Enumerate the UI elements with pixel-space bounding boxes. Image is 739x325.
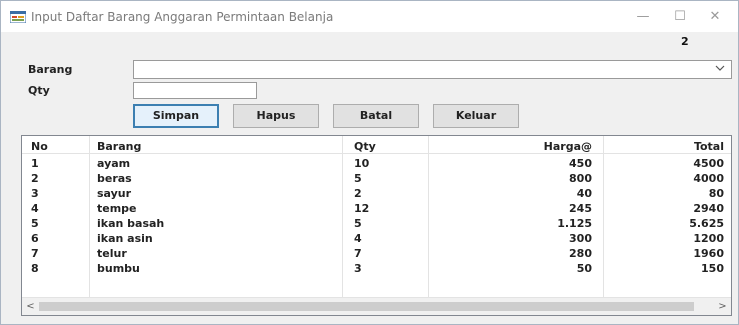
- barang-combobox[interactable]: [133, 60, 732, 79]
- table-row[interactable]: 1 ayam 10 450 4500: [22, 157, 731, 170]
- cell-no: 2: [31, 172, 39, 185]
- cell-total: 1200: [693, 232, 724, 245]
- simpan-button[interactable]: Simpan: [133, 104, 219, 128]
- cell-harga: 280: [569, 247, 592, 260]
- cell-total: 4000: [693, 172, 724, 185]
- table-row[interactable]: 2 beras 5 800 4000: [22, 172, 731, 185]
- table-row[interactable]: 8 bumbu 3 50 150: [22, 262, 731, 275]
- form-icon: [9, 10, 27, 24]
- cell-total: 150: [701, 262, 724, 275]
- cell-barang: ikan basah: [97, 217, 165, 230]
- cell-qty: 5: [354, 172, 362, 185]
- table-row[interactable]: 7 telur 7 280 1960: [22, 247, 731, 260]
- cell-total: 1960: [693, 247, 724, 260]
- cell-qty: 10: [354, 157, 370, 170]
- cell-harga: 40: [576, 187, 592, 200]
- column-header-total[interactable]: Total: [622, 140, 724, 153]
- cell-qty: 3: [354, 262, 362, 275]
- cell-qty: 7: [354, 247, 362, 260]
- chevron-down-icon[interactable]: [715, 61, 725, 78]
- batal-button[interactable]: Batal: [333, 104, 419, 128]
- hapus-button[interactable]: Hapus: [233, 104, 319, 128]
- cell-total: 4500: [693, 157, 724, 170]
- cell-harga: 1.125: [557, 217, 592, 230]
- cell-barang: ayam: [97, 157, 131, 170]
- cell-qty: 2: [354, 187, 362, 200]
- cell-qty: 12: [354, 202, 370, 215]
- cell-harga: 800: [569, 172, 592, 185]
- minimize-button[interactable]: —: [631, 7, 655, 27]
- scroll-right-icon[interactable]: >: [714, 298, 731, 315]
- title-bar: Input Daftar Barang Anggaran Permintaan …: [1, 1, 738, 32]
- cell-barang: tempe: [97, 202, 137, 215]
- cell-barang: ikan asin: [97, 232, 153, 245]
- cell-no: 6: [31, 232, 39, 245]
- column-header-barang[interactable]: Barang: [97, 140, 141, 153]
- cell-no: 1: [31, 157, 39, 170]
- maximize-button[interactable]: ☐: [668, 7, 692, 27]
- scroll-left-icon[interactable]: <: [22, 298, 39, 315]
- scrollbar-thumb[interactable]: [39, 302, 694, 311]
- table-header: No Barang Qty Harga@ Total: [22, 140, 731, 153]
- cell-no: 3: [31, 187, 39, 200]
- cell-harga: 300: [569, 232, 592, 245]
- cell-no: 4: [31, 202, 39, 215]
- column-header-no[interactable]: No: [31, 140, 48, 153]
- window-title: Input Daftar Barang Anggaran Permintaan …: [31, 10, 334, 24]
- cell-total: 2940: [693, 202, 724, 215]
- column-header-harga[interactable]: Harga@: [492, 140, 592, 153]
- cell-qty: 4: [354, 232, 362, 245]
- barang-label: Barang: [28, 63, 73, 76]
- qty-label: Qty: [28, 84, 50, 97]
- keluar-button[interactable]: Keluar: [433, 104, 519, 128]
- app-window: Input Daftar Barang Anggaran Permintaan …: [0, 0, 739, 325]
- horizontal-scrollbar[interactable]: < >: [22, 297, 731, 315]
- cell-barang: beras: [97, 172, 132, 185]
- record-counter: 2: [681, 35, 689, 48]
- cell-no: 5: [31, 217, 39, 230]
- cell-harga: 450: [569, 157, 592, 170]
- header-divider: [22, 153, 731, 154]
- table-row[interactable]: 4 tempe 12 245 2940: [22, 202, 731, 215]
- column-header-qty[interactable]: Qty: [354, 140, 376, 153]
- cell-total: 5.625: [689, 217, 724, 230]
- cell-barang: sayur: [97, 187, 132, 200]
- cell-harga: 50: [576, 262, 592, 275]
- cell-no: 8: [31, 262, 39, 275]
- cell-qty: 5: [354, 217, 362, 230]
- cell-barang: telur: [97, 247, 127, 260]
- cell-no: 7: [31, 247, 39, 260]
- table-row[interactable]: 6 ikan asin 4 300 1200: [22, 232, 731, 245]
- close-button[interactable]: ✕: [703, 7, 727, 27]
- cell-harga: 245: [569, 202, 592, 215]
- table-row[interactable]: 5 ikan basah 5 1.125 5.625: [22, 217, 731, 230]
- cell-total: 80: [708, 187, 724, 200]
- table-row[interactable]: 3 sayur 2 40 80: [22, 187, 731, 200]
- cell-barang: bumbu: [97, 262, 140, 275]
- qty-field[interactable]: [133, 82, 257, 99]
- items-table[interactable]: No Barang Qty Harga@ Total 1 ayam 10 450…: [21, 135, 732, 316]
